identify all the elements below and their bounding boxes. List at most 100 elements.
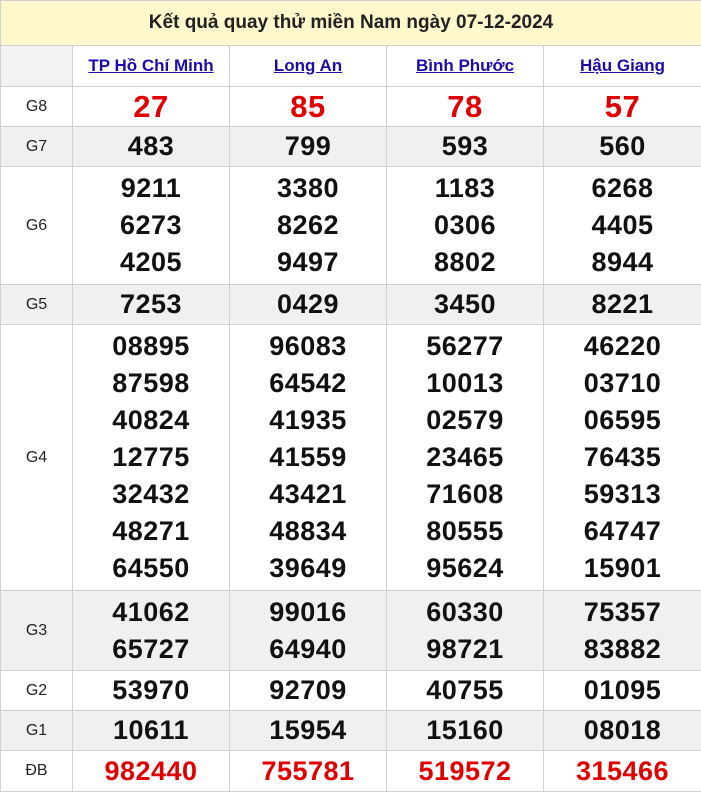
prize-cell: 01095 [542,670,701,711]
prize-number: 6268 [591,173,654,203]
prize-cell: 60330 98721 [386,590,544,671]
number-list: 60330 98721 [387,594,543,668]
prize-number: 92709 [269,675,347,705]
prize-label: G1 [0,710,73,751]
prize-cell: 755781 [229,750,387,792]
number-list: 08018 [544,712,701,749]
prize-number: 39649 [269,553,347,583]
province-link-hau-giang[interactable]: Hậu Giang [580,56,665,75]
number-list: 96083 64542 41935 41559 43421 48834 39649 [230,328,386,587]
prize-cell: 56277 10013 02579 23465 71608 80555 95624 [386,324,544,591]
number-list: 85 [230,88,386,125]
prize-label: G2 [0,670,73,711]
prize-cell: 483 [72,126,230,167]
prize-number: 95624 [426,553,504,583]
prize-number: 9497 [276,247,340,277]
number-list: 755781 [230,753,386,790]
number-list: 519572 [387,753,543,790]
number-list: 27 [73,88,229,125]
prize-cell: 315466 [542,750,701,792]
prize-cell: 85 [229,86,387,127]
header-blank-cell [0,45,73,87]
number-list: 593 [387,128,543,165]
prize-number: 8221 [591,289,654,319]
prize-number: 01095 [583,675,662,705]
prize-cell: 92709 [229,670,387,711]
prize-number: 4405 [591,210,654,240]
title-row: Kết quả quay thử miền Nam ngày 07-12-202… [0,0,701,46]
prize-number: 98721 [426,633,504,664]
number-list: 3380 8262 9497 [230,170,386,281]
number-list: 75357 83882 [544,594,701,668]
prize-row: G4 08895 87598 40824 12775 32432 48271 64550 960… [0,324,701,591]
prize-row: G1 10611 15954 15160 08018 [0,710,701,751]
prize-cell: 46220 03710 06595 76435 59313 64747 15901 [542,324,701,591]
prize-number: 78 [447,89,483,124]
number-list: 1183 0306 8802 [387,170,543,281]
prize-number: 03710 [583,368,662,398]
prize-cell: 3450 [386,284,544,325]
province-link-binh-phuoc[interactable]: Bình Phước [416,56,514,75]
prize-number: 57 [604,89,641,124]
prize-cell: 08018 [542,710,701,751]
prize-label: G7 [0,126,73,167]
prize-number: 40824 [112,405,190,435]
prize-cell: 53970 [72,670,230,711]
prize-number: 23465 [426,442,504,472]
prize-number: 799 [284,131,332,161]
province-header-row: TP Hồ Chí Minh Long An Bình Phước Hậu Gi… [0,45,701,87]
prize-row: ĐB 982440 755781 519572 315466 [0,750,701,792]
prize-number: 15954 [269,715,347,745]
prize-number: 10013 [426,368,504,398]
prize-label: G3 [0,590,73,671]
prize-cell: 57 [542,86,701,127]
number-list: 15954 [230,712,386,749]
prize-number: 7253 [119,289,183,319]
prize-cell: 27 [72,86,230,127]
number-list: 41062 65727 [73,594,229,668]
prize-number: 3380 [276,173,340,203]
prize-number: 9211 [120,173,182,203]
number-list: 982440 [73,753,229,790]
number-list: 92709 [230,672,386,709]
prize-number: 71608 [426,479,504,509]
prize-cell: 3380 8262 9497 [229,166,387,285]
prize-cell: 519572 [386,750,544,792]
prize-number: 0306 [433,210,497,240]
prize-label: G8 [0,86,73,127]
prize-number: 593 [441,131,489,161]
number-list: 0429 [230,286,386,323]
prize-number: 27 [133,89,169,124]
prize-number: 6273 [119,210,183,240]
prize-cell: 41062 65727 [72,590,230,671]
prize-number: 59313 [583,479,662,509]
prize-number: 06595 [583,405,662,435]
prize-number: 64940 [269,633,347,664]
prize-number: 65727 [112,633,190,664]
number-list: 15160 [387,712,543,749]
prize-number: 3450 [433,289,497,319]
prize-label: G4 [0,324,73,591]
prize-row: G3 41062 65727 99016 64940 60330 98721 75357 838… [0,590,701,671]
prize-number: 8262 [276,210,340,240]
prize-cell: 08895 87598 40824 12775 32432 48271 64550 [72,324,230,591]
prize-row: G5 7253 0429 3450 8221 [0,284,701,325]
prize-cell: 982440 [72,750,230,792]
prize-number: 483 [127,131,175,161]
prize-number: 32432 [112,479,190,509]
province-link-long-an[interactable]: Long An [274,56,342,75]
prize-number: 83882 [583,633,662,664]
prize-cell: 8221 [542,284,701,325]
prize-number: 60330 [426,596,504,627]
number-list: 40755 [387,672,543,709]
prize-number: 315466 [575,755,670,786]
prize-number: 64542 [269,368,347,398]
prize-number: 519572 [418,755,512,786]
number-list: 3450 [387,286,543,323]
number-list: 7253 [73,286,229,323]
province-link-ho-chi-minh[interactable]: TP Hồ Chí Minh [88,56,213,75]
number-list: 01095 [544,672,701,709]
page-title: Kết quả quay thử miền Nam ngày 07-12-202… [0,0,701,46]
number-list: 9211 6273 4205 [73,170,229,281]
prize-label: G6 [0,166,73,285]
